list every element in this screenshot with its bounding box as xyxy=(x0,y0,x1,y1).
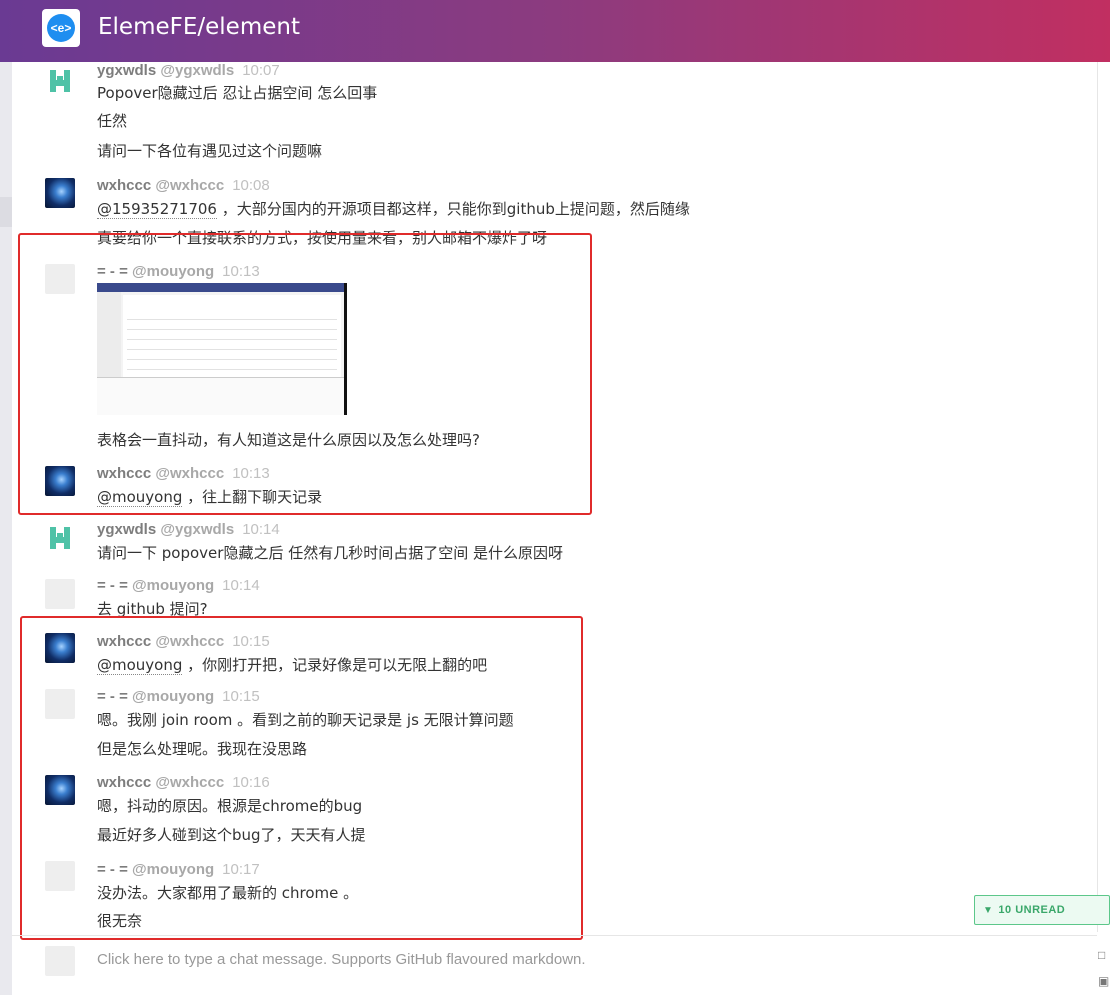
user-handle[interactable]: @ygxwdls xyxy=(160,521,234,538)
username[interactable]: ygxwdls xyxy=(97,62,156,79)
chevron-down-icon: ▼ xyxy=(983,904,994,916)
message-text: 请问一下 popover隐藏之后 任然有几秒时间占据了空间 是什么原因呀 xyxy=(97,544,563,562)
message-time[interactable]: 10:08 xyxy=(232,177,270,194)
chat-input[interactable] xyxy=(97,948,1087,970)
chat-right-border xyxy=(1097,62,1098,932)
message-text: 任然 xyxy=(97,112,128,130)
element-logo-icon: <e> xyxy=(47,14,75,42)
room-logo[interactable]: <e> xyxy=(42,9,80,47)
message-time[interactable]: 10:14 xyxy=(242,521,280,538)
composer-divider xyxy=(12,935,1097,936)
user-avatar[interactable] xyxy=(45,579,75,609)
message-meta: = - = @mouyong 10:14 xyxy=(97,577,260,594)
highlight-box xyxy=(20,616,583,940)
user-avatar[interactable] xyxy=(45,66,75,96)
user-handle[interactable]: @mouyong xyxy=(132,577,214,594)
user-handle[interactable]: @wxhccc xyxy=(155,177,224,194)
message-meta: wxhccc @wxhccc 10:08 xyxy=(97,177,270,194)
message-text: 请问一下各位有遇见过这个问题嘛 xyxy=(97,142,323,160)
unread-indicator-button[interactable]: ▼ 10 UNREAD xyxy=(974,895,1110,925)
room-header: <e> ElemeFE/element xyxy=(0,0,1110,62)
chat-bubble-icon[interactable]: □ xyxy=(1098,948,1110,962)
room-title[interactable]: ElemeFE/element xyxy=(98,14,300,40)
username[interactable]: wxhccc xyxy=(97,177,151,194)
message-time[interactable]: 10:14 xyxy=(222,577,260,594)
message-meta: ygxwdls @ygxwdls 10:14 xyxy=(97,521,280,538)
user-handle[interactable]: @ygxwdls xyxy=(160,62,234,79)
highlight-box xyxy=(18,233,592,515)
message-text: @15935271706 ，大部分国内的开源项目都这样，只能你到github上提… xyxy=(97,198,690,219)
sidebar-indicator xyxy=(0,197,12,227)
message-meta: ygxwdls @ygxwdls 10:07 xyxy=(97,62,280,79)
message-text-part: ，大部分国内的开源项目都这样，只能你到github上提问题，然后随缘 xyxy=(221,200,690,218)
username[interactable]: = - = xyxy=(97,577,128,594)
message-text: Popover隐藏过后 忍让占据空间 怎么回事 xyxy=(97,84,378,102)
username[interactable]: ygxwdls xyxy=(97,521,156,538)
unread-label: 10 UNREAD xyxy=(998,904,1066,916)
composer-avatar xyxy=(45,946,75,976)
user-avatar[interactable] xyxy=(45,523,75,553)
markdown-icon[interactable]: ▣ xyxy=(1098,974,1110,988)
user-avatar[interactable] xyxy=(45,178,75,208)
message-time[interactable]: 10:07 xyxy=(242,62,280,79)
user-mention[interactable]: @15935271706 xyxy=(97,200,217,219)
left-sidebar-strip xyxy=(0,62,12,995)
